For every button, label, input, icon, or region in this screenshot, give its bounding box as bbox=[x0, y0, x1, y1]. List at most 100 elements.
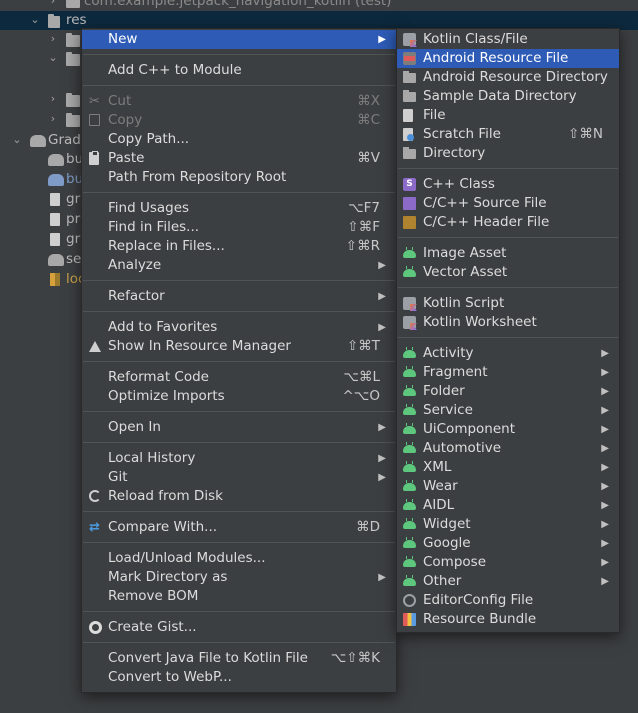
folder-icon bbox=[66, 52, 80, 66]
menu-item-copy[interactable]: Copy ⌘C bbox=[82, 111, 396, 130]
submenu-item-android-resource-directory[interactable]: Android Resource Directory bbox=[397, 68, 619, 87]
menu-item-mark-directory-as[interactable]: Mark Directory as ▶ bbox=[82, 568, 396, 587]
menu-item-find-usages[interactable]: Find Usages ⌥F7 bbox=[82, 199, 396, 218]
submenu-item-fragment[interactable]: Fragment ▶ bbox=[397, 363, 619, 382]
android-icon bbox=[403, 347, 416, 358]
menu-separator bbox=[398, 287, 618, 288]
menu-item-convert-to-webp[interactable]: Convert to WebP... bbox=[82, 668, 396, 687]
menu-item-optimize-imports[interactable]: Optimize Imports ^⌥O bbox=[82, 387, 396, 406]
menu-item-replace-in-files[interactable]: Replace in Files... ⇧⌘R bbox=[82, 237, 396, 256]
submenu-item-file[interactable]: File bbox=[397, 106, 619, 125]
android-icon bbox=[403, 461, 416, 472]
menu-item-reformat-code[interactable]: Reformat Code ⌥⌘L bbox=[82, 368, 396, 387]
menu-item-label: Service bbox=[423, 402, 473, 418]
submenu-item-resource-bundle[interactable]: Resource Bundle bbox=[397, 610, 619, 629]
submenu-item-kotlin-worksheet[interactable]: Kotlin Worksheet bbox=[397, 313, 619, 332]
submenu-item-activity[interactable]: Activity ▶ bbox=[397, 344, 619, 363]
submenu-item-editorconfig-file[interactable]: EditorConfig File bbox=[397, 591, 619, 610]
submenu-arrow-icon: ▶ bbox=[601, 367, 609, 378]
submenu-item-google[interactable]: Google ▶ bbox=[397, 534, 619, 553]
folder-icon bbox=[403, 147, 416, 159]
menu-item-add-to-favorites[interactable]: Add to Favorites ▶ bbox=[82, 318, 396, 337]
android-icon bbox=[403, 537, 416, 548]
menu-item-refactor[interactable]: Refactor ▶ bbox=[82, 287, 396, 306]
menu-item-copy-path[interactable]: Copy Path... bbox=[82, 130, 396, 149]
menu-item-label: Analyze bbox=[108, 257, 162, 273]
chevron-down-icon[interactable]: ⌄ bbox=[12, 134, 22, 145]
submenu-item-scratch-file[interactable]: Scratch File ⇧⌘N bbox=[397, 125, 619, 144]
submenu-item-service[interactable]: Service ▶ bbox=[397, 401, 619, 420]
tree-row-test-package[interactable]: › com.example.jetpack_navigation_kotlin … bbox=[0, 0, 638, 11]
android-icon bbox=[403, 480, 416, 491]
submenu-arrow-icon: ▶ bbox=[378, 260, 386, 271]
submenu-item-xml[interactable]: XML ▶ bbox=[397, 458, 619, 477]
submenu-item-cpp-header-file[interactable]: C/C++ Header File bbox=[397, 213, 619, 232]
menu-item-remove-bom[interactable]: Remove BOM bbox=[82, 587, 396, 606]
menu-item-new[interactable]: New ▶ bbox=[82, 30, 396, 49]
menu-item-find-in-files[interactable]: Find in Files... ⇧⌘F bbox=[82, 218, 396, 237]
submenu-item-wear[interactable]: Wear ▶ bbox=[397, 477, 619, 496]
submenu-item-widget[interactable]: Widget ▶ bbox=[397, 515, 619, 534]
menu-item-label: Reformat Code bbox=[108, 369, 209, 385]
menu-item-label: Compose bbox=[423, 554, 487, 570]
menu-item-label: Add C++ to Module bbox=[108, 62, 242, 78]
file-icon bbox=[50, 213, 60, 226]
menu-item-shortcut: ⌘X bbox=[357, 93, 380, 109]
menu-item-label: Compare With... bbox=[108, 519, 218, 535]
menu-item-open-in[interactable]: Open In ▶ bbox=[82, 418, 396, 437]
menu-item-label: Kotlin Script bbox=[423, 295, 505, 311]
menu-item-git[interactable]: Git ▶ bbox=[82, 468, 396, 487]
chevron-down-icon[interactable]: ⌄ bbox=[48, 52, 58, 63]
cpp-header-file-icon bbox=[403, 216, 416, 229]
chevron-right-icon[interactable]: › bbox=[48, 93, 58, 104]
menu-separator bbox=[83, 54, 395, 55]
android-icon bbox=[403, 385, 416, 396]
menu-item-label: Load/Unload Modules... bbox=[108, 550, 266, 566]
menu-item-reload-from-disk[interactable]: Reload from Disk bbox=[82, 487, 396, 506]
menu-item-label: Find in Files... bbox=[108, 219, 200, 235]
folder-icon bbox=[403, 90, 416, 102]
menu-item-shortcut: ^⌥O bbox=[342, 388, 381, 404]
submenu-item-vector-asset[interactable]: Vector Asset bbox=[397, 263, 619, 282]
submenu-item-android-resource-file[interactable]: Android Resource File bbox=[397, 49, 619, 68]
menu-item-add-cpp-to-module[interactable]: Add C++ to Module bbox=[82, 61, 396, 80]
menu-item-compare-with[interactable]: ⇄ Compare With... ⌘D bbox=[82, 518, 396, 537]
submenu-item-kotlin-class-file[interactable]: Kotlin Class/File bbox=[397, 30, 619, 49]
menu-item-cut[interactable]: ✂ Cut ⌘X bbox=[82, 92, 396, 111]
submenu-arrow-icon: ▶ bbox=[378, 472, 386, 483]
android-icon bbox=[403, 247, 416, 258]
chevron-right-icon[interactable]: › bbox=[48, 113, 58, 124]
submenu-item-image-asset[interactable]: Image Asset bbox=[397, 244, 619, 263]
chevron-right-icon[interactable]: › bbox=[48, 33, 58, 44]
menu-item-load-unload-modules[interactable]: Load/Unload Modules... bbox=[82, 549, 396, 568]
menu-item-analyze[interactable]: Analyze ▶ bbox=[82, 256, 396, 275]
submenu-item-other[interactable]: Other ▶ bbox=[397, 572, 619, 591]
submenu-item-cpp-source-file[interactable]: C/C++ Source File bbox=[397, 194, 619, 213]
file-icon bbox=[50, 193, 60, 206]
submenu-item-folder[interactable]: Folder ▶ bbox=[397, 382, 619, 401]
menu-item-path-from-repo-root[interactable]: Path From Repository Root bbox=[82, 168, 396, 187]
menu-item-show-in-resource-manager[interactable]: Show In Resource Manager ⇧⌘T bbox=[82, 337, 396, 356]
scissors-icon: ✂ bbox=[89, 94, 100, 109]
cpp-source-file-icon bbox=[403, 197, 416, 210]
menu-item-create-gist[interactable]: Create Gist... bbox=[82, 618, 396, 637]
submenu-item-cpp-class[interactable]: S C++ Class bbox=[397, 175, 619, 194]
submenu-item-compose[interactable]: Compose ▶ bbox=[397, 553, 619, 572]
menu-item-convert-java-to-kotlin[interactable]: Convert Java File to Kotlin File ⌥⇧⌘K bbox=[82, 649, 396, 668]
submenu-item-sample-data-directory[interactable]: Sample Data Directory bbox=[397, 87, 619, 106]
submenu-item-uicomponent[interactable]: UiComponent ▶ bbox=[397, 420, 619, 439]
menu-item-label: Resource Bundle bbox=[423, 611, 537, 627]
menu-item-paste[interactable]: Paste ⌘V bbox=[82, 149, 396, 168]
submenu-item-kotlin-script[interactable]: Kotlin Script bbox=[397, 294, 619, 313]
submenu-item-directory[interactable]: Directory bbox=[397, 144, 619, 163]
menu-item-local-history[interactable]: Local History ▶ bbox=[82, 449, 396, 468]
menu-item-label: EditorConfig File bbox=[423, 592, 534, 608]
chevron-down-icon[interactable]: ⌄ bbox=[30, 14, 40, 25]
submenu-item-automotive[interactable]: Automotive ▶ bbox=[397, 439, 619, 458]
submenu-item-aidl[interactable]: AIDL ▶ bbox=[397, 496, 619, 515]
menu-item-label: Folder bbox=[423, 383, 465, 399]
submenu-arrow-icon: ▶ bbox=[601, 386, 609, 397]
chevron-right-icon[interactable]: › bbox=[48, 0, 58, 6]
menu-item-shortcut: ⇧⌘T bbox=[346, 338, 380, 354]
menu-item-shortcut: ⇧⌘N bbox=[568, 126, 603, 142]
